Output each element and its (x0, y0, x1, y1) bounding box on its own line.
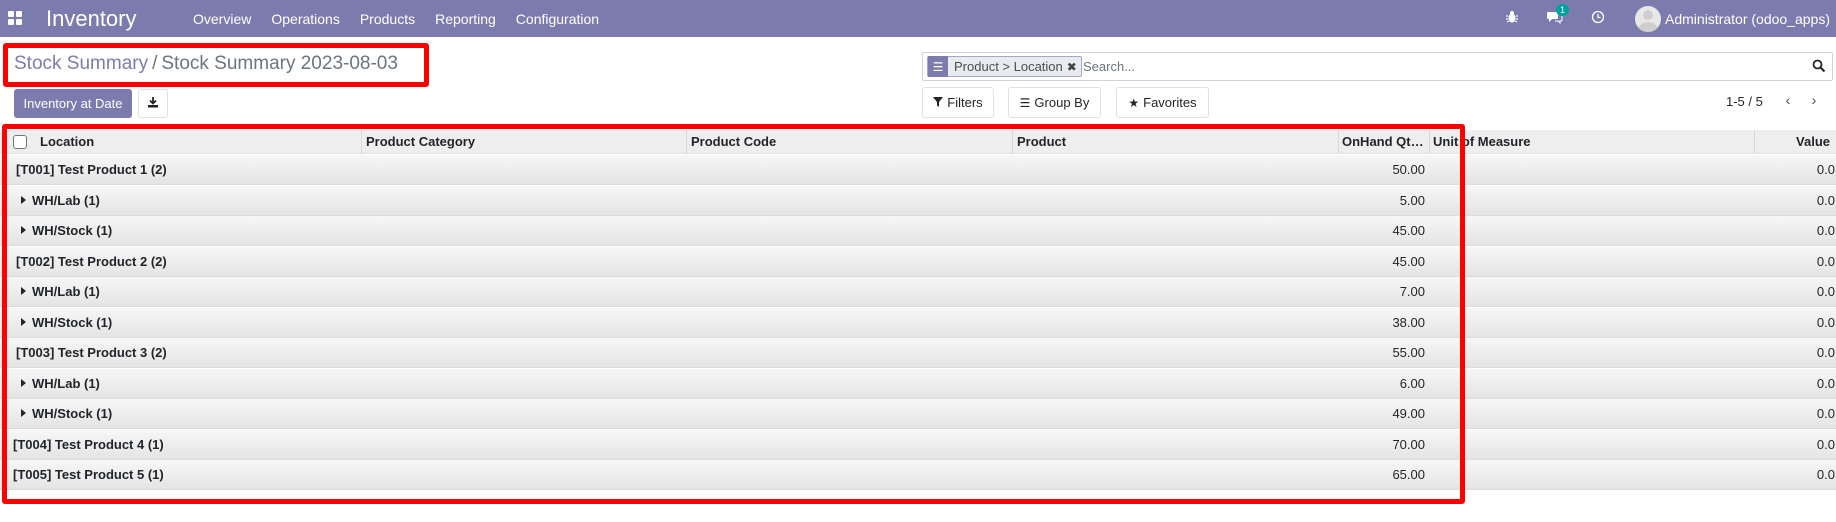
navbar-systray: 1 Administrator (odoo_apps) (1477, 3, 1830, 32)
menu-item-operations[interactable]: Operations (271, 11, 339, 27)
filters-label: Filters (947, 95, 983, 110)
highlight-box-title (3, 43, 429, 87)
search-bar[interactable]: ☰ Product > Location ✖ Search... (922, 52, 1833, 81)
group-by-facet-icon: ☰ (928, 56, 948, 77)
value-cell: 0.0 (1816, 436, 1835, 452)
filters-button[interactable]: Filters (922, 87, 994, 118)
messages-badge: 1 (1556, 3, 1570, 16)
download-icon (147, 96, 159, 111)
main-menu: Overview Operations Products Reporting C… (193, 11, 619, 27)
menu-item-reporting[interactable]: Reporting (435, 11, 496, 27)
pager-value[interactable]: 1-5 / 5 (1726, 94, 1763, 109)
search-icon[interactable] (1812, 59, 1826, 76)
value-cell: 0.0 (1816, 406, 1835, 421)
pager-previous-icon[interactable]: ‹ (1780, 92, 1796, 108)
facet-value: Product > Location (954, 59, 1063, 74)
menu-item-configuration[interactable]: Configuration (516, 11, 599, 27)
value-cell: 0.0 (1816, 467, 1835, 482)
user-avatar[interactable] (1635, 5, 1662, 32)
facet-remove-icon[interactable]: ✖ (1067, 60, 1077, 74)
app-title[interactable]: Inventory (46, 6, 137, 32)
messages-icon[interactable]: 1 (1547, 3, 1570, 28)
search-input[interactable]: Search... (1083, 59, 1135, 74)
user-menu[interactable]: Administrator (odoo_apps) (1665, 11, 1830, 27)
top-navbar: Inventory Overview Operations Products R… (0, 0, 1836, 37)
value-cell: 0.0 (1816, 162, 1835, 177)
highlight-box-table (2, 124, 1465, 504)
filter-icon (933, 96, 944, 110)
group-by-icon: ☰ (1019, 95, 1031, 110)
menu-item-products[interactable]: Products (360, 11, 415, 27)
pager-next-icon[interactable]: › (1806, 92, 1822, 108)
inventory-at-date-button[interactable]: Inventory at Date (14, 89, 132, 118)
column-divider[interactable] (1754, 130, 1755, 154)
value-cell: 0.0 (1816, 375, 1835, 391)
group-by-label: Group By (1034, 95, 1090, 110)
favorites-label: Favorites (1143, 95, 1197, 110)
star-icon: ★ (1128, 95, 1140, 110)
search-facet-groupby[interactable]: ☰ Product > Location ✖ (927, 56, 1082, 77)
value-cell: 0.0 (1816, 253, 1835, 269)
value-cell: 0.0 (1816, 223, 1835, 238)
favorites-button[interactable]: ★ Favorites (1116, 87, 1209, 118)
menu-item-overview[interactable]: Overview (193, 11, 251, 27)
download-button[interactable] (138, 89, 168, 118)
activity-clock-icon[interactable] (1591, 10, 1605, 28)
value-cell: 0.0 (1816, 192, 1835, 208)
value-cell: 0.0 (1816, 314, 1835, 330)
debug-bug-icon[interactable] (1505, 10, 1519, 28)
value-cell: 0.0 (1816, 284, 1835, 299)
apps-menu-icon[interactable] (8, 11, 22, 25)
value-cell: 0.0 (1816, 345, 1835, 360)
column-header-value[interactable]: Value (1796, 134, 1830, 149)
group-by-button[interactable]: ☰ Group By (1008, 87, 1101, 118)
